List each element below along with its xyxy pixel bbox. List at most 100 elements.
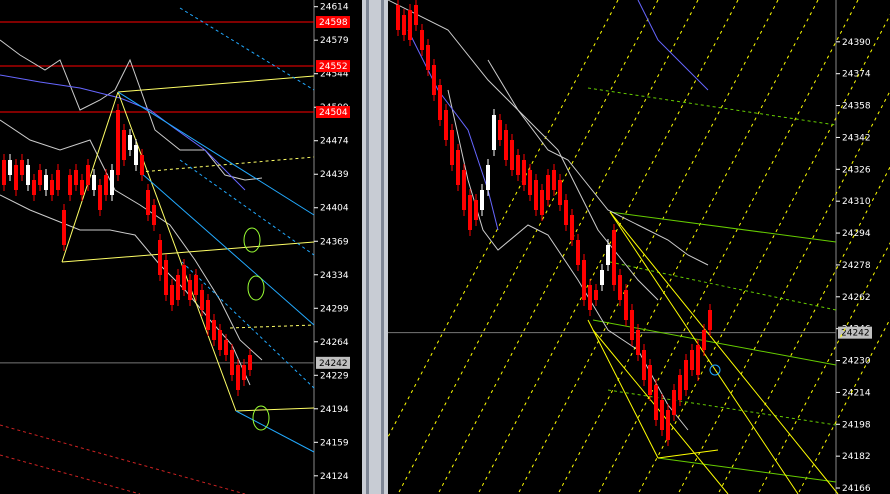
candle-body: [248, 355, 252, 370]
candle-body: [92, 175, 96, 190]
candle-body: [444, 110, 448, 140]
candle-body: [122, 130, 126, 160]
right-chart-pane[interactable]: 24390 24374 24358 24342 24326 24310 24294 24278…: [388, 0, 890, 494]
right-price-chart[interactable]: 2439024374243582434224326243102429424278…: [388, 0, 890, 494]
candle-body: [62, 210, 66, 245]
cyan-trend-line-2: [139, 171, 315, 326]
price-axis-label: 24614: [320, 3, 349, 13]
candle-body: [450, 130, 454, 165]
price-axis-label: 24182: [842, 452, 871, 462]
candle-body: [230, 350, 234, 375]
candle-body: [492, 115, 496, 150]
dashed-fan-line: [397, 0, 659, 494]
candle-body: [588, 285, 592, 310]
candle-body: [110, 170, 114, 195]
level-price-label: 24598: [319, 18, 348, 28]
price-axis-label: 24299: [320, 304, 349, 314]
candle-body: [50, 180, 54, 195]
price-axis-label: 24229: [320, 371, 349, 381]
dashed-fan-line: [388, 0, 619, 439]
candle-body: [98, 185, 102, 210]
candle-body: [618, 275, 622, 300]
candle-body: [612, 230, 616, 285]
level-price-label: 24504: [319, 108, 348, 118]
price-axis-label: 24262: [842, 293, 871, 303]
candle-body: [158, 240, 162, 275]
left-chart-pane[interactable]: 2461424579245442450924474244392440424369…: [0, 0, 362, 494]
candle-body: [630, 310, 634, 340]
candle-body: [206, 300, 210, 330]
bollinger-middle-band: [0, 119, 263, 361]
channel-dashed-line: [139, 156, 315, 173]
candle-body: [564, 200, 568, 225]
candle-body: [32, 180, 36, 195]
candle-body: [134, 145, 138, 165]
price-axis-label: 24390: [842, 38, 871, 48]
channel-dashed-line-lower: [229, 324, 315, 329]
channel-top-line: [117, 75, 315, 93]
candle-body: [396, 5, 400, 30]
cyan-trend-line-4: [235, 410, 315, 453]
candle-body: [128, 135, 132, 150]
green-channel-line-2: [592, 319, 837, 366]
candle-body: [534, 180, 538, 210]
yellow-channel-line-4: [587, 319, 659, 459]
splitter-groove-right: [381, 0, 384, 494]
price-axis-label: 24159: [320, 438, 349, 448]
candle-body: [660, 400, 664, 430]
dashed-fan-line: [557, 0, 819, 494]
candle-body: [690, 350, 694, 370]
candle-body: [426, 45, 430, 70]
candle-body: [672, 390, 676, 415]
dashed-fan-line: [597, 0, 859, 494]
price-axis-label: 24166: [842, 484, 871, 494]
candle-body: [456, 150, 460, 185]
candle-body: [8, 160, 12, 175]
candle-body: [170, 285, 174, 305]
price-axis-label: 24124: [320, 472, 349, 482]
candle-body: [510, 140, 514, 170]
price-axis-label: 24369: [320, 237, 349, 247]
candle-body: [468, 195, 472, 230]
bollinger-middle-band: [487, 59, 709, 266]
cyan-dashed-top: [179, 7, 315, 91]
candle-body: [480, 190, 484, 210]
pane-splitter[interactable]: [362, 0, 388, 494]
candle-body: [552, 170, 556, 190]
green-dashed-line: [587, 87, 837, 126]
candle-body: [56, 170, 60, 190]
candle-body: [26, 165, 30, 185]
candle-body: [678, 375, 682, 400]
candle-body: [498, 120, 502, 140]
current-price-label: 24242: [319, 359, 348, 369]
candle-body: [236, 365, 240, 390]
candle-body: [642, 350, 646, 380]
red-dashed-line-2: [0, 454, 141, 494]
price-axis-label: 24310: [842, 197, 871, 207]
candle-body: [438, 85, 442, 120]
candle-body: [188, 280, 192, 300]
candle-body: [74, 170, 78, 185]
candle-body: [516, 155, 520, 175]
candle-body: [600, 270, 604, 285]
dashed-fan-line: [517, 0, 779, 494]
candle-body: [648, 365, 652, 395]
price-axis-label: 24404: [320, 204, 349, 214]
price-axis-label: 24230: [842, 357, 871, 367]
candle-body: [576, 240, 580, 265]
left-price-chart[interactable]: 2461424579245442450924474244392440424369…: [0, 0, 362, 494]
yellow-channel-line-5: [657, 449, 719, 459]
cyan-dashed-mid: [179, 159, 315, 256]
candle-body: [546, 175, 550, 200]
candle-body: [558, 180, 562, 205]
price-axis-label: 24198: [842, 420, 871, 430]
candle-body: [606, 245, 610, 265]
candle-body: [194, 275, 198, 295]
candle-body: [218, 330, 222, 350]
candle-body: [582, 260, 586, 300]
price-axis-label: 24474: [320, 137, 349, 147]
price-axis-label: 24342: [842, 133, 871, 143]
candle-body: [528, 170, 532, 195]
candle-body: [432, 65, 436, 95]
price-axis-label: 24264: [320, 338, 349, 348]
